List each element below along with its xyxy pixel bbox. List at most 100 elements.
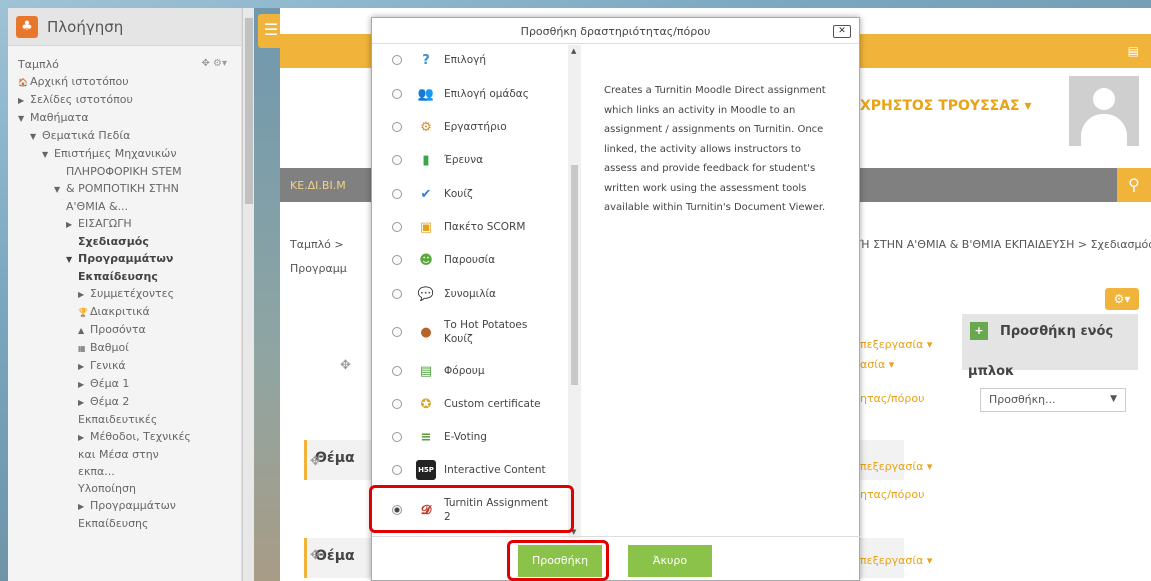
edit-menu-link-2[interactable]: ασία ▾ (860, 358, 894, 371)
activity-radio[interactable] (392, 465, 402, 475)
add-block-select-value: Προσθήκη... (989, 393, 1056, 406)
activity-radio[interactable] (392, 255, 402, 265)
search-icon[interactable]: ⚲ (1117, 168, 1151, 202)
sidebar-item-label: Βαθμοί (90, 341, 129, 354)
activity-label: Interactive Content (444, 464, 546, 476)
activity-option[interactable]: 💬 Συνομιλία (372, 279, 568, 309)
sidebar-item[interactable]: ▼ & ΡΟΜΠΟΤΙΚΗ ΣΤΗΝ (18, 180, 241, 198)
activity-option[interactable]: ✔ Κουίζ (372, 179, 568, 209)
move-icon[interactable]: ✥ (310, 454, 321, 469)
activity-label: Παρουσία (444, 254, 496, 266)
certificate-icon: ✪ (420, 396, 432, 412)
activity-option[interactable]: ≡ E-Voting (372, 422, 568, 452)
block-tools-icon[interactable]: ✥ ⚙▾ (201, 58, 227, 69)
sidebar-item[interactable]: ▶ Θέμα 1 (18, 375, 241, 393)
activity-option[interactable]: ▮ Έρευνα (372, 145, 568, 175)
sidebar-item-label: Θέμα 2 (90, 395, 130, 408)
add-block-select[interactable]: Προσθήκη... ▼ (980, 388, 1126, 412)
navigation-block-icon: ♣ (16, 15, 38, 38)
activity-radio[interactable] (392, 89, 402, 99)
sidebar-item[interactable]: ▼ Προγραμμάτων (18, 250, 241, 268)
move-icon[interactable]: ✥ (310, 548, 321, 563)
edit-menu-link[interactable]: πεξεργασία ▾ (860, 338, 932, 351)
sidebar-item[interactable]: ▶ Θέμα 2 (18, 393, 241, 411)
sidebar-item[interactable]: εκπα... (18, 463, 241, 480)
tree-node-icon: ▶ (78, 398, 85, 407)
sidebar-item[interactable]: ▶ ΕΙΣΑΓΩΓΗ (18, 215, 241, 233)
activity-radio[interactable] (392, 399, 402, 409)
scrollbar-thumb[interactable] (571, 165, 578, 385)
activity-radio[interactable] (392, 189, 402, 199)
breadcrumb-end[interactable]: Ή ΣΤΗΝ Α'ΘΜΙΑ & Β'ΘΜΙΑ ΕΚΠΑΙΔΕΥΣΗ > Σχεδ… (860, 238, 1151, 251)
sidebar-item[interactable]: ▼ Μαθήματα (18, 109, 241, 127)
activity-option[interactable]: ? Επιλογή (372, 45, 568, 75)
sidebar-item[interactable]: 🏠 Αρχική ιστοτόπου (18, 73, 241, 91)
add-activity-link-2[interactable]: ητας/πόρου (860, 488, 924, 501)
nav-label[interactable]: ΚΕ.ΔΙ.ΒΙ.Μ (290, 179, 346, 192)
tree-node-icon: ▦ (78, 344, 86, 353)
group-icon: 👥 (417, 86, 435, 102)
sidebar-item[interactable]: ▶ Γενικά (18, 357, 241, 375)
highlight-turnitin-option (369, 485, 574, 533)
sidebar-item[interactable]: ▶ Προγραμμάτων (18, 497, 241, 515)
activity-option[interactable]: ✪ Custom certificate (372, 389, 568, 419)
activity-radio[interactable] (392, 155, 402, 165)
edit-menu-link-4[interactable]: πεξεργασία ▾ (860, 554, 932, 567)
activity-label: Custom certificate (444, 398, 541, 410)
h5p-icon: H5P (416, 460, 436, 480)
activity-radio[interactable] (392, 432, 402, 442)
sidebar-item[interactable]: ▦ Βαθμοί (18, 339, 241, 357)
activity-radio[interactable] (392, 55, 402, 65)
activity-option[interactable]: ▤ Φόρουμ (372, 356, 568, 386)
activity-option[interactable]: ⚙ Εργαστήριο (372, 112, 568, 142)
sidebar-item-label: Εκπαιδευτικές (78, 413, 158, 426)
breadcrumb-start[interactable]: Ταμπλό > (290, 238, 344, 251)
sidebar-item[interactable]: Υλοποίηση (18, 480, 241, 497)
add-activity-link[interactable]: ητας/πόρου (860, 392, 924, 405)
activity-option[interactable]: ▣ Πακέτο SCORM (372, 212, 568, 242)
sidebar-item[interactable]: 🏆 Διακριτικά (18, 303, 241, 321)
sidebar-item-label: & ΡΟΜΠΟΤΙΚΗ ΣΤΗΝ (66, 182, 179, 195)
sidebar-item[interactable]: ▶ Σελίδες ιστοτόπου (18, 91, 241, 109)
sidebar-item[interactable]: Α'ΘΜΙΑ &... (18, 198, 241, 215)
avatar[interactable] (1069, 76, 1139, 146)
activity-option[interactable]: 👥 Επιλογή ομάδας (372, 79, 568, 109)
activity-option[interactable]: ☻ Παρουσία (372, 245, 568, 275)
sidebar-scrollbar[interactable] (242, 8, 254, 581)
activity-radio[interactable] (392, 222, 402, 232)
sidebar-item[interactable]: Εκπαίδευσης (18, 268, 241, 285)
cancel-button[interactable]: Άκυρο (628, 545, 712, 577)
forum-icon: ▤ (419, 363, 433, 379)
activity-option[interactable]: ● Το Hot Potatoes Κουίζ (372, 312, 568, 352)
breadcrumb-line2[interactable]: Προγραμμ (290, 262, 347, 275)
print-icon[interactable]: ▤ (1128, 44, 1139, 58)
sidebar-item[interactable]: και Μέσα στην (18, 446, 241, 463)
sidebar-title: Πλοήγηση (47, 17, 124, 36)
activity-option[interactable]: H5P Interactive Content (372, 455, 568, 485)
sidebar-item-label: Γενικά (90, 359, 126, 372)
sidebar-item[interactable]: Σχεδιασμός (18, 233, 241, 250)
scrollbar-thumb[interactable] (245, 18, 253, 204)
sidebar-item-label: Προγραμμάτων (90, 499, 176, 512)
edit-menu-link-3[interactable]: πεξεργασία ▾ (860, 460, 932, 473)
activity-radio[interactable] (392, 327, 402, 337)
activity-radio[interactable] (392, 366, 402, 376)
sidebar-item[interactable]: ▼ Θεματικά Πεδία (18, 127, 241, 145)
activity-radio[interactable] (392, 289, 402, 299)
sidebar-item[interactable]: ▶ Συμμετέχοντες (18, 285, 241, 303)
sidebar-item[interactable]: ▲ Προσόντα (18, 321, 241, 339)
sidebar-item[interactable]: Εκπαιδευτικές (18, 411, 241, 428)
activity-list-scrollbar[interactable]: ▲ ▼ (568, 45, 581, 538)
user-menu[interactable]: ΧΡΗΣΤΟΣ ΤΡΟΥΣΣΑΣ ▾ (860, 98, 1032, 114)
tree-node-icon: 🏠 (18, 78, 28, 87)
sidebar-item[interactable]: ▶ Μέθοδοι, Τεχνικές (18, 428, 241, 446)
sidebar-item-label: Προσόντα (90, 323, 146, 336)
activity-radio[interactable] (392, 122, 402, 132)
close-icon[interactable]: ✕ (833, 25, 851, 38)
sidebar-item[interactable]: ΠΛΗΡΟΦΟΡΙΚΗ STEM (18, 163, 241, 180)
settings-gear-icon[interactable]: ⚙▾ (1105, 288, 1139, 310)
sidebar-item[interactable]: ▼ Επιστήμες Μηχανικών (18, 145, 241, 163)
scroll-up-icon[interactable]: ▲ (571, 47, 576, 55)
move-icon[interactable]: ✥ (340, 358, 351, 373)
sidebar-item[interactable]: Εκπαίδευσης (18, 515, 241, 532)
